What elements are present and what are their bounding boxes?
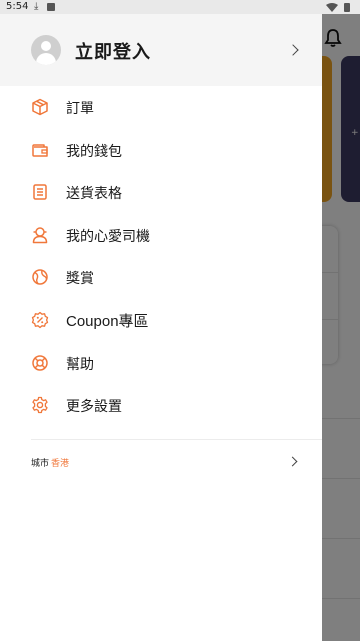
driver-icon bbox=[32, 227, 48, 244]
menu-item-wallet[interactable]: 我的錢包 bbox=[0, 129, 322, 172]
sim-icon bbox=[47, 3, 55, 11]
chevron-right-icon bbox=[287, 44, 299, 56]
user-avatar-icon bbox=[31, 35, 61, 65]
menu-item-rewards[interactable]: 獎賞 bbox=[0, 256, 322, 299]
coupon-icon bbox=[31, 311, 49, 329]
wifi-icon bbox=[326, 3, 338, 12]
divider bbox=[31, 439, 322, 440]
menu-item-label: 我的錢包 bbox=[66, 143, 122, 160]
login-header[interactable]: 立即登入 bbox=[0, 14, 322, 86]
wallet-icon bbox=[32, 143, 48, 157]
battery-icon bbox=[344, 3, 350, 12]
menu-item-delivery-forms[interactable]: 送貨表格 bbox=[0, 171, 322, 214]
menu-item-help[interactable]: 幫助 bbox=[0, 342, 322, 385]
drawer-menu: 訂單 我的錢包 送貨表格 我的心愛司機 獎賞 Coupon專區 幫助 更多設置 bbox=[0, 86, 322, 427]
status-time: 5:54 bbox=[6, 1, 29, 12]
login-label: 立即登入 bbox=[75, 42, 151, 63]
menu-item-coupon-zone[interactable]: Coupon專區 bbox=[0, 299, 322, 342]
city-value: 香港 bbox=[51, 459, 70, 469]
wifi-battery-icons bbox=[326, 3, 350, 12]
menu-item-label: 更多設置 bbox=[66, 399, 122, 416]
menu-item-orders[interactable]: 訂單 bbox=[0, 86, 322, 129]
menu-item-more-settings[interactable]: 更多設置 bbox=[0, 384, 322, 427]
menu-item-label: 幫助 bbox=[66, 356, 94, 373]
clipboard-icon bbox=[33, 184, 47, 200]
lifebuoy-icon bbox=[32, 354, 48, 371]
menu-item-label: Coupon專區 bbox=[66, 312, 149, 330]
globe-icon bbox=[32, 269, 48, 286]
download-icon: ⤓ bbox=[34, 1, 39, 12]
city-selector[interactable]: 城市 香港 bbox=[0, 450, 322, 474]
menu-item-label: 訂單 bbox=[66, 101, 94, 117]
menu-item-label: 獎賞 bbox=[66, 271, 94, 288]
gear-icon bbox=[32, 397, 48, 414]
chevron-right-icon bbox=[287, 456, 298, 467]
box-icon bbox=[32, 98, 48, 116]
menu-item-label: 我的心愛司機 bbox=[66, 228, 150, 245]
navigation-drawer: 立即登入 訂單 我的錢包 送貨表格 我的心愛司機 獎賞 Coupon專區 幫助 … bbox=[0, 14, 322, 641]
city-label: 城市 bbox=[31, 459, 50, 469]
status-bar: 5:54 ⤓ bbox=[0, 0, 360, 14]
menu-item-favorite-drivers[interactable]: 我的心愛司機 bbox=[0, 214, 322, 257]
menu-item-label: 送貨表格 bbox=[66, 186, 122, 203]
